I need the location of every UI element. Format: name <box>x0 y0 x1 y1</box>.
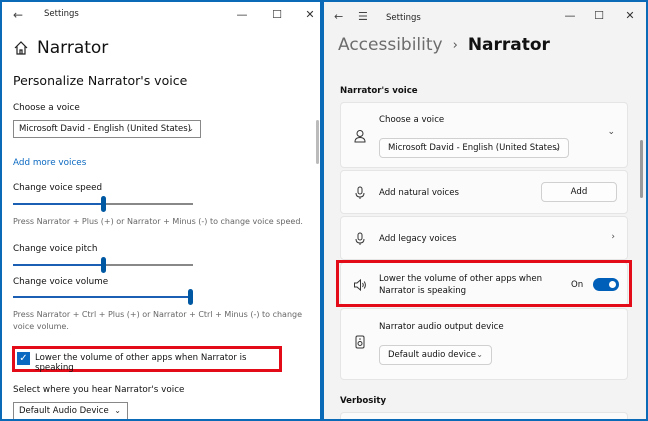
pitch-slider[interactable] <box>13 257 193 273</box>
pitch-slider-fill <box>13 264 101 266</box>
add-more-voices-link[interactable]: Add more voices <box>13 158 86 168</box>
speed-label: Change voice speed <box>13 183 103 193</box>
lower-volume-checkbox[interactable]: ✓ <box>17 352 30 365</box>
minimize-icon[interactable]: — <box>234 7 250 23</box>
volume-label: Change voice volume <box>13 277 109 287</box>
output-device-value: Default audio device <box>388 350 476 360</box>
output-device-dropdown[interactable]: Default audio device ⌄ <box>379 345 492 365</box>
speed-slider-thumb[interactable] <box>101 196 106 212</box>
choose-voice-card[interactable]: Choose a voice Microsoft David - English… <box>340 102 628 168</box>
output-label: Select where you hear Narrator's voice <box>13 385 185 395</box>
pitch-slider-thumb[interactable] <box>101 257 106 273</box>
volume-slider-thumb[interactable] <box>188 289 193 305</box>
breadcrumb-narrator: Narrator <box>467 35 550 55</box>
microphone-icon <box>355 186 365 199</box>
back-arrow-icon[interactable]: ← <box>10 7 26 23</box>
window-title: Settings <box>386 13 421 23</box>
output-dropdown[interactable]: Default Audio Device ⌄ <box>13 402 128 419</box>
choose-voice-label: Choose a voice <box>379 115 445 125</box>
close-icon[interactable]: ✕ <box>302 7 318 23</box>
verbosity-card[interactable] <box>340 412 628 419</box>
settings-window-win10: ← Settings — ☐ ✕ Narrator Personalize Na… <box>2 2 320 419</box>
volume-slider[interactable] <box>13 289 193 305</box>
output-device-label: Narrator audio output device <box>379 322 504 332</box>
microphone-icon <box>355 232 365 245</box>
speed-hint: Press Narrator + Plus (+) or Narrator + … <box>13 217 303 226</box>
page-heading: Narrator <box>13 38 108 58</box>
settings-window-win11: ← ☰ Settings — ☐ ✕ Accessibility › Narra… <box>324 2 646 419</box>
hamburger-menu-icon[interactable]: ☰ <box>358 10 368 23</box>
volume-slider-fill <box>13 296 188 298</box>
minimize-icon[interactable]: — <box>562 8 578 24</box>
natural-voices-label: Add natural voices <box>379 188 460 198</box>
add-button[interactable]: Add <box>541 182 617 202</box>
voice-dropdown-value: Microsoft David - English (United States… <box>19 124 191 134</box>
output-device-card: Narrator audio output device Default aud… <box>340 308 628 380</box>
chevron-down-icon: ⌄ <box>553 143 560 152</box>
chevron-down-icon: ⌄ <box>114 406 121 415</box>
natural-voices-card: Add natural voices Add <box>340 170 628 214</box>
section-verbosity: Verbosity <box>340 396 387 406</box>
chevron-down-icon: ⌄ <box>187 124 194 133</box>
legacy-voices-label: Add legacy voices <box>379 234 457 244</box>
title-bar: ← ☰ Settings — ☐ ✕ <box>324 2 646 32</box>
close-icon[interactable]: ✕ <box>622 8 638 24</box>
voice-dropdown-value: Microsoft David - English (United States… <box>388 143 560 153</box>
maximize-icon[interactable]: ☐ <box>269 7 285 23</box>
scrollbar[interactable] <box>316 120 319 164</box>
chevron-right-icon: › <box>611 232 615 242</box>
pitch-label: Change voice pitch <box>13 244 98 254</box>
section-narrators-voice: Narrator's voice <box>340 86 418 96</box>
speed-slider[interactable] <box>13 196 193 212</box>
chevron-down-icon: ⌄ <box>476 350 483 359</box>
maximize-icon[interactable]: ☐ <box>591 8 607 24</box>
voice-dropdown[interactable]: Microsoft David - English (United States… <box>379 138 569 158</box>
choose-voice-label: Choose a voice <box>13 103 80 113</box>
breadcrumb: Accessibility › Narrator <box>338 35 550 55</box>
volume-hint: Press Narrator + Ctrl + Plus (+) or Narr… <box>13 310 303 331</box>
expand-chevron-icon[interactable]: ⌄ <box>607 127 615 137</box>
breadcrumb-separator: › <box>452 37 458 53</box>
output-dropdown-value: Default Audio Device <box>19 406 109 416</box>
section-title: Personalize Narrator's voice <box>13 73 188 88</box>
lower-volume-label: Lower the volume of other apps when Narr… <box>35 353 247 373</box>
window-title: Settings <box>44 9 79 19</box>
lower-volume-highlight: ✓ Lower the volume of other apps when Na… <box>12 346 282 373</box>
legacy-voices-card[interactable]: Add legacy voices › <box>340 216 628 260</box>
page-title: Narrator <box>37 38 109 58</box>
back-arrow-icon[interactable]: ← <box>334 10 343 23</box>
speaker-device-icon <box>355 335 365 349</box>
lower-volume-highlight <box>336 260 632 307</box>
home-icon <box>14 41 28 55</box>
person-icon <box>354 130 366 143</box>
scrollbar[interactable] <box>640 140 643 198</box>
speed-slider-fill <box>13 203 101 205</box>
title-bar: ← Settings — ☐ ✕ <box>2 2 320 28</box>
voice-dropdown[interactable]: Microsoft David - English (United States… <box>13 120 201 138</box>
breadcrumb-accessibility[interactable]: Accessibility <box>338 35 443 55</box>
